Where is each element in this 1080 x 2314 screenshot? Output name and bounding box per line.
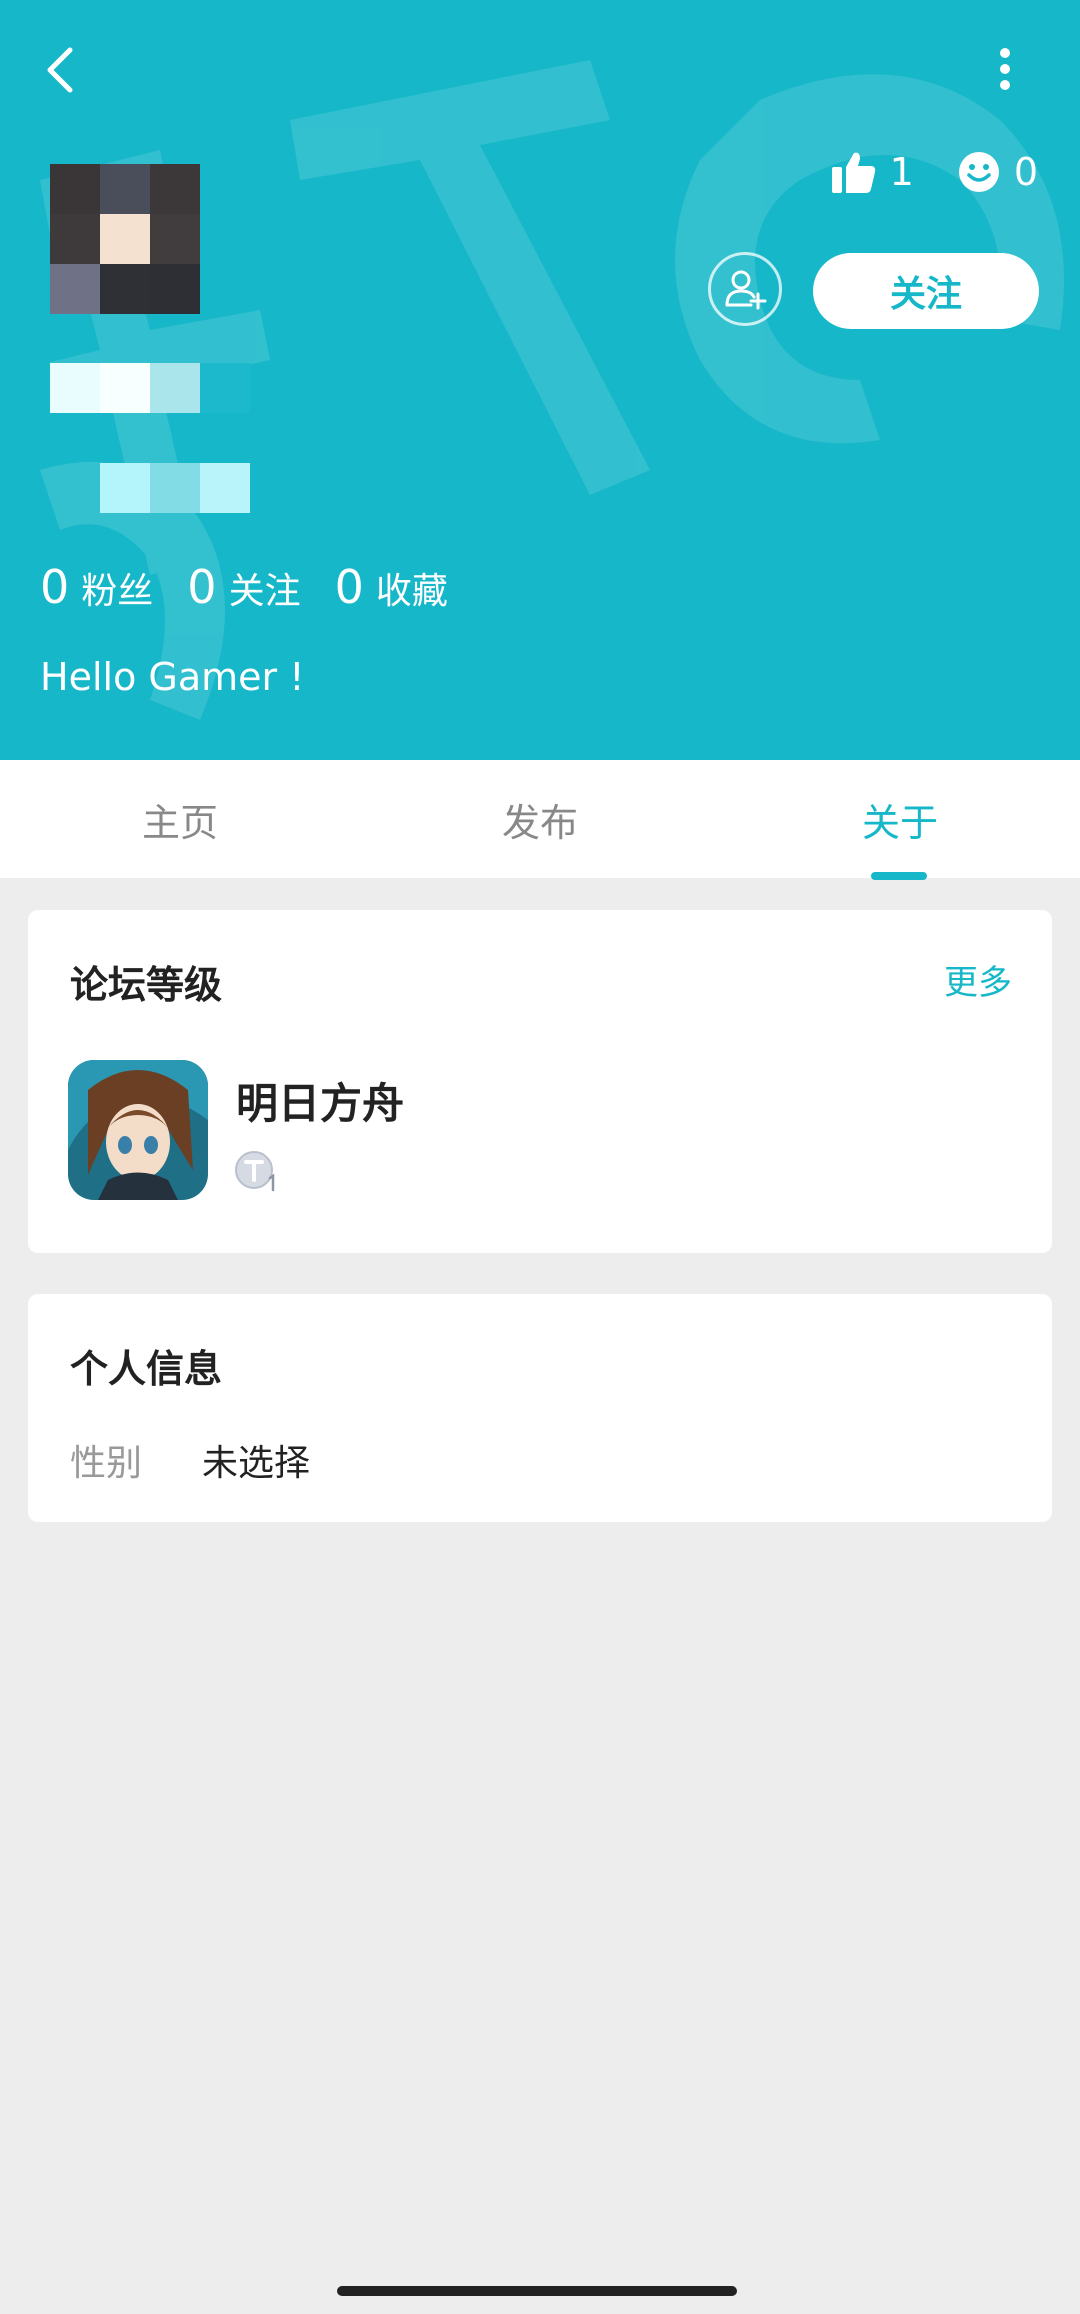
nickname-pixelated	[50, 363, 250, 413]
personal-info-card: 个人信息 性别 未选择	[28, 1294, 1052, 1522]
forum-level-card: 论坛等级 更多 明日方舟	[28, 910, 1052, 1253]
followers-count: 0	[40, 560, 70, 614]
followers-stat[interactable]: 0 粉丝	[40, 560, 153, 614]
gender-label: 性别	[70, 1443, 143, 1484]
profile-bio: Hello Gamer !	[40, 655, 305, 699]
following-count: 0	[187, 560, 217, 614]
follow-button[interactable]: 关注	[813, 253, 1039, 329]
tab-home[interactable]: 主页	[0, 760, 360, 878]
tab-posts[interactable]: 发布	[360, 760, 720, 878]
favorites-stat[interactable]: 0 收藏	[335, 560, 448, 614]
game-name: 明日方舟	[236, 1079, 405, 1128]
profile-tabs: 主页 发布 关于	[0, 760, 1080, 878]
chevron-left-icon	[47, 47, 73, 93]
profile-stats: 0 粉丝 0 关注 0 收藏	[40, 560, 482, 614]
level-badge-icon	[235, 1151, 275, 1192]
forum-level-title: 论坛等级	[70, 963, 223, 1007]
profile-header: 1 0 关注 0 粉丝 0 关注 0 收藏 Hello Gamer !	[0, 0, 1080, 760]
following-stat[interactable]: 0 关注	[187, 560, 300, 614]
more-options-button[interactable]	[990, 40, 1020, 100]
favorites-count: 0	[334, 560, 364, 614]
gender-value: 未选择	[202, 1443, 311, 1484]
add-friend-button[interactable]	[708, 252, 782, 326]
likes-count: 1	[889, 150, 914, 194]
followers-label: 粉丝	[81, 571, 154, 612]
smile-counter[interactable]: 0	[958, 150, 1038, 194]
active-tab-indicator	[871, 872, 927, 880]
game-character-image	[68, 1060, 208, 1200]
following-label: 关注	[228, 571, 301, 612]
favorites-label: 收藏	[375, 571, 448, 612]
home-indicator[interactable]	[337, 2286, 737, 2296]
smile-icon	[958, 152, 999, 192]
game-icon[interactable]	[68, 1060, 208, 1200]
smile-count: 0	[1013, 150, 1038, 194]
more-link[interactable]: 更多	[944, 955, 1012, 1004]
likes-counter[interactable]: 1	[831, 150, 914, 194]
thumbs-up-icon	[831, 152, 875, 193]
back-button[interactable]	[30, 40, 90, 100]
reaction-counters: 1 0	[788, 150, 1038, 194]
add-user-icon	[725, 270, 767, 310]
tab-about[interactable]: 关于	[720, 760, 1080, 878]
avatar[interactable]	[50, 164, 200, 314]
personal-info-title: 个人信息	[70, 1347, 223, 1391]
level-badge	[234, 1150, 282, 1194]
vertical-dots-icon	[1000, 48, 1010, 90]
user-id-pixelated	[100, 463, 250, 513]
